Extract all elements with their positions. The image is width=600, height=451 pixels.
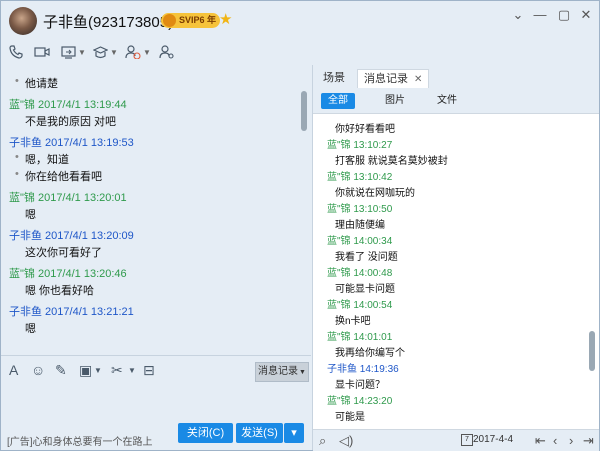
last-page-icon[interactable]: ⇥ [583,433,594,449]
history-text: 可能是 [335,412,365,423]
chevron-down-icon[interactable]: ▼ [110,48,118,57]
history-header: 蓝"锦 14:01:01 [327,332,393,343]
image-icon[interactable]: ▣ [79,362,92,379]
message-header: 子非鱼 2017/4/1 13:21:21 [9,306,134,318]
font-icon[interactable]: A [9,362,18,378]
speaker-icon[interactable]: ◁) [339,433,353,449]
send-options-dropdown[interactable]: ▾ [284,423,304,443]
history-header: 蓝"锦 13:10:42 [327,172,393,183]
filter-bar: 全部 图片 文件 [313,91,599,111]
history-header: 蓝"锦 14:23:20 [327,396,393,407]
chevron-down-icon[interactable]: ▼ [128,366,136,375]
tab-message-record[interactable]: 消息记录 ✕ [357,69,430,88]
history-text: 我再给你编写个 [335,348,405,359]
history-text: 理由随便编 [335,220,385,231]
archive-icon[interactable]: ⊟ [143,362,155,379]
first-page-icon[interactable]: ⇤ [535,433,546,449]
history-scrollbar-thumb[interactable] [589,331,595,371]
tab-message-record-label: 消息记录 [364,73,408,85]
history-text: 显卡问题？ [335,380,385,391]
message-header: 蓝"锦 2017/4/1 13:20:46 [9,268,127,280]
history-header: 蓝"锦 14:00:34 [327,236,393,247]
calendar-icon[interactable]: 7 [461,434,473,446]
minimize-arrow-icon[interactable]: ⌄ [509,7,527,23]
message-text: 这次你可看好了 [25,247,102,259]
history-text: 打客服 就说莫名莫妙被封 [335,156,448,167]
message-text: 嗯 你也看好哈 [25,285,95,297]
history-text: 换n卡吧 [335,316,371,327]
phone-icon[interactable] [9,42,23,62]
chat-window: 子非鱼(923173805) SVIP6 年 ★ ⌄ — ▢ ✕ ▼ ▼ ▼ •… [0,0,600,451]
history-text: 你好好看看吧 [335,124,395,135]
chevron-down-icon[interactable]: ▼ [94,366,102,375]
scissors-icon[interactable]: ✂ [111,362,123,379]
chevron-down-icon: ▼ [299,369,306,376]
history-header: 蓝"锦 14:00:54 [327,300,393,311]
star-icon[interactable]: ★ [219,10,232,28]
tab-scene[interactable]: 场景 [323,69,345,87]
title-bar: 子非鱼(923173805) SVIP6 年 ★ ⌄ — ▢ ✕ [1,1,599,39]
send-button[interactable]: 发送(S) [236,423,283,443]
close-icon[interactable]: ✕ [414,74,422,85]
chat-messages[interactable]: 他请楚蓝"锦 2017/4/1 13:19:44 不是我的原因 对吧子非鱼 201… [1,65,311,355]
message-header: 子非鱼 2017/4/1 13:20:09 [9,230,134,242]
history-text: 我看了 没问题 [335,252,398,263]
more-user-icon[interactable] [159,42,175,62]
divider [1,355,311,356]
search-icon[interactable]: ⌕ [319,433,326,449]
history-header: 蓝"锦 13:10:27 [327,140,393,151]
message-header: 子非鱼 2017/4/1 13:19:53 [9,137,134,149]
history-date[interactable]: 2017-4-4 [473,434,513,445]
add-contact-icon[interactable]: ▼ [125,42,151,62]
history-header: 蓝"锦 14:00:48 [327,268,393,279]
history-list[interactable]: 你好好看看吧蓝"锦 13:10:27 打客服 就说莫名莫妙被封蓝"锦 13:10:… [313,113,599,429]
prev-page-icon[interactable]: ‹ [553,433,557,448]
message-text: 嗯 [25,323,36,335]
maximize-icon[interactable]: ▢ [555,7,573,23]
history-header: 蓝"锦 13:10:50 [327,204,393,215]
message-text: 你在给他看看吧 [15,168,102,184]
scrollbar-thumb[interactable] [301,91,307,131]
ad-text[interactable]: [广告]心和身体总要有一个在路上 [7,433,153,448]
history-text: 你就说在网咖玩的 [335,188,415,199]
chevron-down-icon[interactable]: ▼ [78,48,86,57]
minimize-icon[interactable]: — [531,7,549,23]
message-header: 蓝"锦 2017/4/1 13:20:01 [9,192,127,204]
chat-toolbar: ▼ ▼ ▼ [1,39,599,65]
message-record-button[interactable]: 消息记录▼ [255,362,309,382]
avatar[interactable] [9,7,37,35]
history-footer: ⌕ ◁) 7 2017-4-4 ⇤ ‹ › ⇥ [313,429,599,451]
filter-files[interactable]: 文件 [435,93,459,109]
filter-images[interactable]: 图片 [383,93,407,109]
right-tabs: 场景 消息记录 ✕ [313,65,599,89]
chat-scrollbar[interactable] [301,71,307,351]
message-text: 嗯，知道 [15,151,69,167]
screen-share-icon[interactable]: ▼ [61,42,86,62]
window-title: 子非鱼(923173805) [43,14,174,31]
message-text: 他请楚 [15,75,58,91]
emoji-icon[interactable]: ☺ [31,362,45,378]
message-record-label: 消息记录 [258,366,299,377]
close-button[interactable]: 关闭(C) [178,423,233,443]
message-text: 不是我的原因 对吧 [25,116,117,128]
video-icon[interactable] [34,42,50,62]
filter-all[interactable]: 全部 [321,93,355,109]
history-header: 子非鱼 14:19:36 [327,364,399,375]
next-page-icon[interactable]: › [569,433,573,448]
history-text: 可能显卡问题 [335,284,395,295]
pen-icon[interactable]: ✎ [55,362,67,379]
chevron-down-icon[interactable]: ▼ [143,48,151,57]
svip-badge[interactable]: SVIP6 年 [161,13,221,28]
close-icon[interactable]: ✕ [577,7,595,23]
message-text: 嗯 [25,209,36,221]
message-header: 蓝"锦 2017/4/1 13:19:44 [9,99,127,111]
app-center-icon[interactable]: ▼ [93,42,118,62]
